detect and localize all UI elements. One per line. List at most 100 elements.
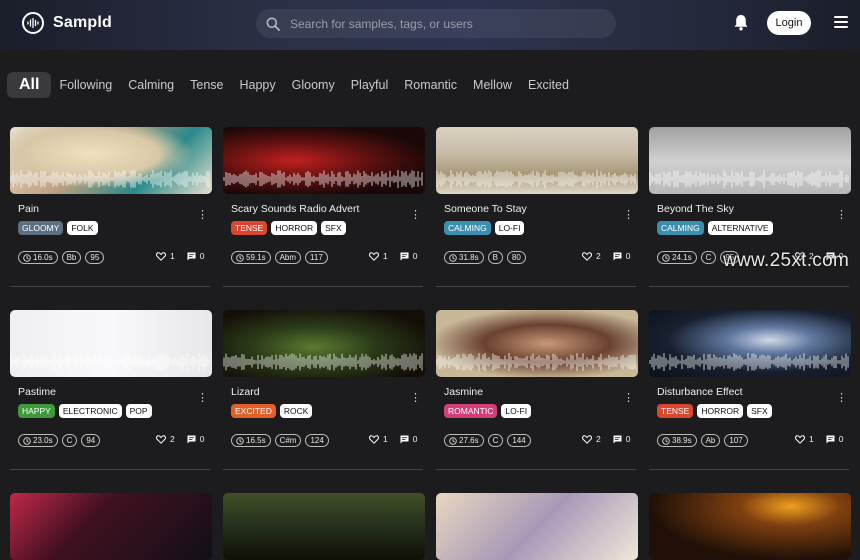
more-options-icon[interactable]: ⋮ — [410, 210, 421, 221]
sample-title[interactable]: Jasmine — [444, 386, 483, 398]
heart-icon[interactable] — [582, 434, 592, 444]
more-options-icon[interactable]: ⋮ — [836, 210, 847, 221]
sample-thumbnail[interactable] — [436, 310, 638, 377]
sample-thumbnail[interactable] — [649, 310, 851, 377]
sample-thumbnail[interactable] — [649, 127, 851, 194]
genre-tag[interactable]: HORROR — [697, 404, 744, 418]
sample-thumbnail[interactable] — [436, 127, 638, 194]
sample-card[interactable]: Someone To Stay ⋮ CALMING LO-FI 31.8s B 80 2 0 — [436, 127, 638, 287]
heart-icon[interactable] — [369, 434, 379, 444]
genre-tag[interactable]: ALTERNATIVE — [707, 221, 773, 235]
heart-icon[interactable] — [369, 251, 379, 261]
mood-tag[interactable]: ROMANTIC — [444, 404, 498, 418]
comment-icon[interactable] — [400, 435, 409, 444]
sample-title[interactable]: Pain — [18, 203, 39, 215]
mood-tab-happy[interactable]: Happy — [239, 78, 275, 92]
sample-title[interactable]: Scary Sounds Radio Advert — [231, 203, 359, 215]
mood-tab-calming[interactable]: Calming — [128, 78, 174, 92]
sample-card[interactable]: Pain ⋮ GLOOMY FOLK 16.0s Bb 95 1 0 — [10, 127, 212, 287]
waveform[interactable] — [223, 351, 425, 373]
sample-card[interactable]: Lizard ⋮ EXCITED ROCK 16.5s C#m 124 1 0 — [223, 310, 425, 470]
mood-tab-romantic[interactable]: Romantic — [404, 78, 457, 92]
genre-tag[interactable]: FOLK — [67, 221, 98, 235]
sample-card[interactable] — [436, 493, 638, 560]
sample-thumbnail[interactable] — [223, 127, 425, 194]
search-input[interactable] — [290, 16, 590, 31]
waveform[interactable] — [649, 351, 851, 373]
genre-tag[interactable]: HORROR — [271, 221, 318, 235]
logo[interactable]: Sampld — [22, 12, 112, 34]
sample-thumbnail[interactable] — [436, 493, 638, 560]
mood-tag[interactable]: CALMING — [444, 221, 491, 235]
sample-card[interactable]: Disturbance Effect ⋮ TENSE HORROR SFX 38.9s Ab… — [649, 310, 851, 470]
sample-card[interactable] — [649, 493, 851, 560]
more-options-icon[interactable]: ⋮ — [410, 393, 421, 404]
mood-tag[interactable]: TENSE — [657, 404, 694, 418]
mood-tab-gloomy[interactable]: Gloomy — [292, 78, 335, 92]
more-options-icon[interactable]: ⋮ — [197, 393, 208, 404]
more-options-icon[interactable]: ⋮ — [623, 210, 634, 221]
sample-title[interactable]: Lizard — [231, 386, 260, 398]
login-button[interactable]: Login — [767, 11, 811, 35]
mood-tab-playful[interactable]: Playful — [351, 78, 389, 92]
sample-title[interactable]: Pastime — [18, 386, 56, 398]
comment-icon[interactable] — [613, 252, 622, 261]
search-bar[interactable] — [256, 9, 616, 38]
more-options-icon[interactable]: ⋮ — [836, 393, 847, 404]
mood-tag[interactable]: EXCITED — [231, 404, 276, 418]
sample-thumbnail[interactable] — [10, 310, 212, 377]
like-count: 1 — [383, 434, 388, 444]
mood-tag[interactable]: HAPPY — [18, 404, 55, 418]
sample-card[interactable]: Pastime ⋮ HAPPY ELECTRONIC POP 23.0s C 94 2 0 — [10, 310, 212, 470]
comment-icon[interactable] — [187, 435, 196, 444]
genre-tag[interactable]: ELECTRONIC — [58, 404, 122, 418]
sample-card[interactable] — [223, 493, 425, 560]
mood-tag[interactable]: CALMING — [657, 221, 704, 235]
genre-tag[interactable]: SFX — [747, 404, 772, 418]
sample-card[interactable]: Beyond The Sky ⋮ CALMING ALTERNATIVE 24.1s C 9… — [649, 127, 851, 287]
heart-icon[interactable] — [795, 434, 805, 444]
mood-tab-following[interactable]: Following — [59, 78, 112, 92]
comment-icon[interactable] — [826, 435, 835, 444]
mood-tab-all[interactable]: All — [7, 71, 52, 98]
mood-tab-excited[interactable]: Excited — [528, 78, 569, 92]
waveform[interactable] — [223, 168, 425, 190]
mood-tag[interactable]: GLOOMY — [18, 221, 64, 235]
heart-icon[interactable] — [156, 251, 166, 261]
hamburger-menu-icon[interactable] — [834, 16, 848, 28]
sample-thumbnail[interactable] — [10, 127, 212, 194]
waveform[interactable] — [649, 168, 851, 190]
waveform[interactable] — [436, 351, 638, 373]
comment-icon[interactable] — [613, 435, 622, 444]
comment-icon[interactable] — [400, 252, 409, 261]
genre-tag[interactable]: SFX — [321, 221, 346, 235]
heart-icon[interactable] — [156, 434, 166, 444]
genre-tag[interactable]: LO-FI — [501, 404, 532, 418]
sample-stats: 16.5s C#m 124 — [231, 434, 329, 447]
comment-icon[interactable] — [187, 252, 196, 261]
genre-tag[interactable]: LO-FI — [494, 221, 525, 235]
mood-tab-mellow[interactable]: Mellow — [473, 78, 512, 92]
sample-title[interactable]: Someone To Stay — [444, 203, 527, 215]
sample-thumbnail[interactable] — [649, 493, 851, 560]
sample-title[interactable]: Disturbance Effect — [657, 386, 743, 398]
sample-card[interactable]: Jasmine ⋮ ROMANTIC LO-FI 27.6s C 144 2 0 — [436, 310, 638, 470]
mood-tag[interactable]: TENSE — [231, 221, 268, 235]
sample-card[interactable]: Scary Sounds Radio Advert ⋮ TENSE HORROR SFX… — [223, 127, 425, 287]
waveform[interactable] — [10, 168, 212, 190]
bell-icon[interactable] — [733, 14, 749, 31]
waveform[interactable] — [10, 351, 212, 373]
sample-thumbnail[interactable] — [223, 310, 425, 377]
mood-tab-tense[interactable]: Tense — [190, 78, 223, 92]
waveform[interactable] — [436, 168, 638, 190]
more-options-icon[interactable]: ⋮ — [197, 210, 208, 221]
sample-title[interactable]: Beyond The Sky — [657, 203, 734, 215]
genre-tag[interactable]: ROCK — [279, 404, 313, 418]
engagement-counts: 20 — [582, 434, 630, 444]
sample-card[interactable] — [10, 493, 212, 560]
genre-tag[interactable]: POP — [125, 404, 152, 418]
sample-thumbnail[interactable] — [10, 493, 212, 560]
sample-thumbnail[interactable] — [223, 493, 425, 560]
heart-icon[interactable] — [582, 251, 592, 261]
more-options-icon[interactable]: ⋮ — [623, 393, 634, 404]
